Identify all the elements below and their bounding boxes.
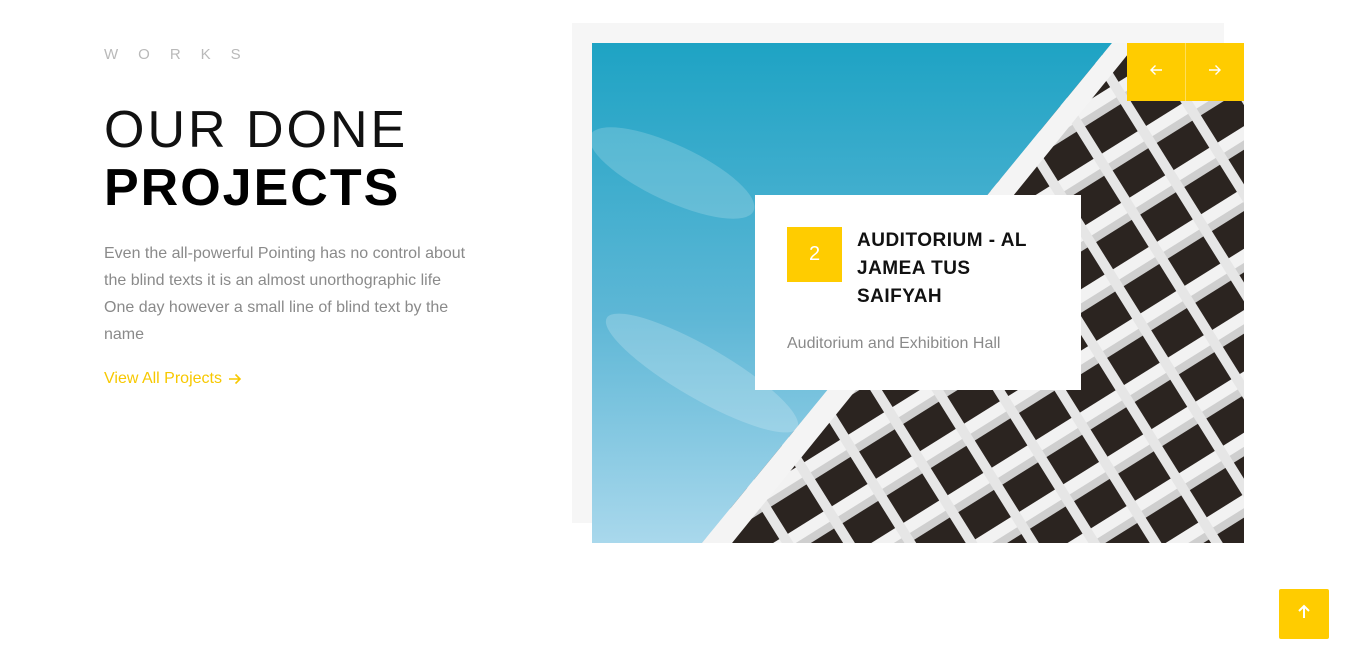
scroll-to-top-button[interactable] xyxy=(1279,589,1329,639)
section-eyebrow: WORKS xyxy=(104,46,261,63)
heading-light: OUR DONE xyxy=(104,101,409,159)
carousel-next-button[interactable] xyxy=(1186,43,1244,101)
section-description: Even the all-powerful Pointing has no co… xyxy=(104,245,466,343)
project-subtitle: Auditorium and Exhibition Hall xyxy=(787,335,1001,352)
view-all-label: View All Projects xyxy=(104,370,222,387)
section-heading: OUR DONE PROJECTS xyxy=(104,102,408,218)
arrow-right-icon xyxy=(1208,63,1222,82)
project-number-badge: 2 xyxy=(787,227,842,282)
view-all-projects-link[interactable]: View All Projects xyxy=(104,370,242,388)
project-title[interactable]: AUDITORIUM - AL JAMEA TUS SAIFYAH xyxy=(857,227,1057,311)
carousel-prev-button[interactable] xyxy=(1127,43,1186,101)
project-card[interactable]: 2 AUDITORIUM - AL JAMEA TUS SAIFYAH Audi… xyxy=(755,195,1081,390)
heading-bold: PROJECTS xyxy=(104,159,401,217)
arrow-left-icon xyxy=(1149,63,1163,82)
arrow-right-icon xyxy=(228,372,242,386)
arrow-up-icon xyxy=(1296,604,1312,625)
